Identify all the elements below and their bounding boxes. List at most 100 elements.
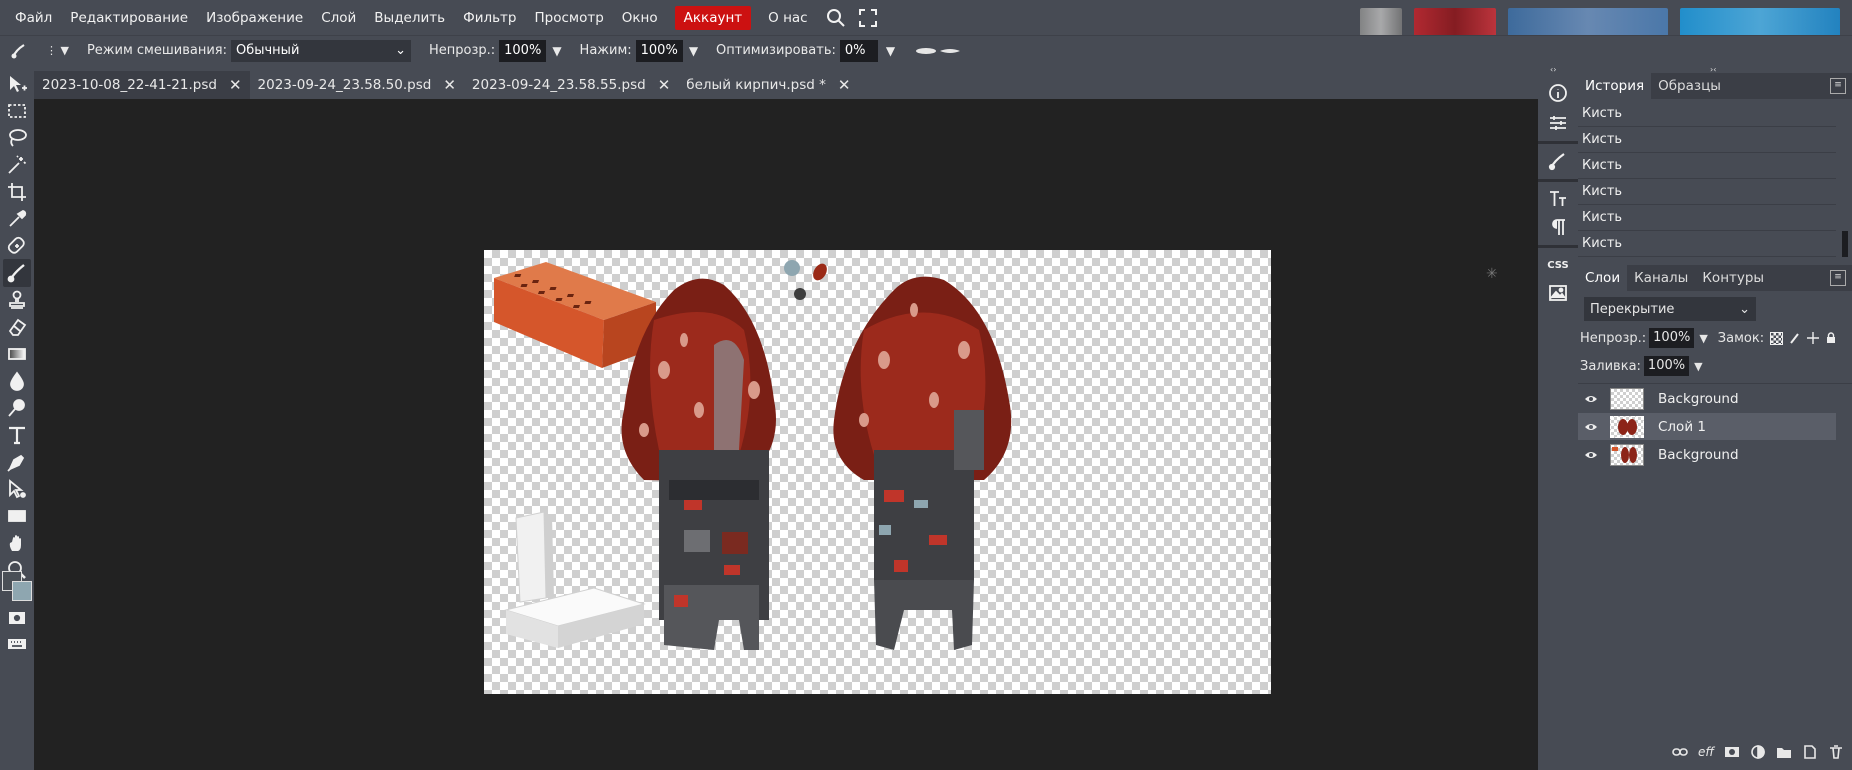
lock-all-icon[interactable] (1825, 332, 1837, 344)
eraser-tool-icon[interactable] (3, 313, 31, 341)
menu-filter[interactable]: Фильтр (454, 6, 525, 30)
blend-mode-select[interactable]: Обычный ⌄ (230, 39, 411, 62)
magic-wand-tool-icon[interactable] (3, 151, 31, 179)
layer-mask-icon[interactable] (1724, 744, 1740, 760)
quick-mask-icon[interactable] (3, 604, 31, 632)
lock-position-icon[interactable] (1807, 332, 1820, 344)
move-tool-icon[interactable] (3, 70, 31, 98)
crop-tool-icon[interactable] (3, 178, 31, 206)
tab-channels[interactable]: Каналы (1627, 265, 1695, 291)
tab-layers[interactable]: Слои (1578, 265, 1628, 291)
brush-tool-icon[interactable] (10, 42, 32, 60)
layer-name: Background (1658, 446, 1739, 463)
new-group-icon[interactable] (1776, 744, 1792, 760)
fullscreen-icon[interactable] (855, 5, 881, 31)
lock-pixels-icon[interactable] (1789, 332, 1801, 344)
link-layers-icon[interactable] (1672, 744, 1688, 760)
css-panel-icon[interactable]: CSS (1542, 251, 1574, 279)
lasso-tool-icon[interactable] (3, 124, 31, 152)
gradient-tool-icon[interactable] (3, 340, 31, 368)
optimize-input[interactable]: 0% (839, 39, 878, 62)
search-icon[interactable] (823, 5, 849, 31)
document-canvas[interactable] (484, 250, 1271, 694)
brush-shape-icon-1[interactable] (915, 47, 937, 55)
fill-dropdown-icon[interactable]: ▼ (1694, 360, 1702, 373)
adjustments-icon[interactable] (1542, 109, 1574, 137)
pressure-input[interactable]: 100% (635, 39, 683, 62)
tab-document-3[interactable]: 2023-09-24_23.58.55.psd ✕ (464, 71, 678, 99)
layer-item[interactable]: Background (1578, 385, 1836, 412)
layer-effects-icon[interactable]: eff (1698, 744, 1714, 760)
hand-tool-icon[interactable] (3, 529, 31, 557)
tab-document-4[interactable]: белый кирпич.psd * ✕ (678, 71, 858, 99)
eye-icon[interactable] (1578, 394, 1604, 404)
eye-icon[interactable] (1578, 422, 1604, 432)
panel-menu-icon[interactable]: ≡ (1830, 78, 1846, 94)
panel-menu-icon[interactable]: ≡ (1830, 270, 1846, 286)
layer-name: Слой 1 (1658, 418, 1706, 435)
adjustment-layer-icon[interactable] (1750, 744, 1766, 760)
menu-about[interactable]: О нас (759, 6, 816, 30)
delete-layer-icon[interactable] (1828, 744, 1844, 760)
opacity-dropdown-icon[interactable]: ▼ (1699, 332, 1707, 345)
paragraph-icon[interactable] (1542, 213, 1574, 241)
opacity-dropdown-icon[interactable]: ▼ (552, 44, 561, 58)
eyedropper-tool-icon[interactable] (3, 205, 31, 233)
menu-window[interactable]: Окно (613, 6, 667, 30)
layer-blend-select[interactable]: Перекрытие ⌄ (1584, 297, 1756, 321)
clone-stamp-tool-icon[interactable] (3, 286, 31, 314)
character-panel-icon[interactable] (1542, 185, 1574, 213)
opacity-input[interactable]: 100% (499, 39, 547, 62)
menu-view[interactable]: Просмотр (526, 6, 613, 30)
chevron-down-icon: ⌄ (1739, 301, 1750, 317)
dodge-tool-icon[interactable] (3, 394, 31, 422)
optimize-dropdown-icon[interactable]: ▼ (886, 44, 895, 58)
brush-settings-icon[interactable] (1542, 147, 1574, 175)
history-item[interactable]: Кисть (1578, 179, 1836, 205)
menu-select[interactable]: Выделить (365, 6, 454, 30)
info-icon[interactable] (1542, 79, 1574, 107)
tab-swatches[interactable]: Образцы (1651, 73, 1728, 99)
history-item[interactable]: Кисть (1578, 101, 1836, 127)
menu-image[interactable]: Изображение (197, 6, 312, 30)
menu-file[interactable]: Файл (6, 6, 61, 30)
tab-document-2[interactable]: 2023-09-24_23.58.50.psd ✕ (250, 71, 464, 99)
collapse-arrows-icon[interactable]: ‹› (1550, 65, 1556, 74)
blur-tool-icon[interactable] (3, 367, 31, 395)
close-icon[interactable]: ✕ (658, 76, 671, 94)
lock-transparency-icon[interactable] (1770, 331, 1784, 345)
eye-icon[interactable] (1578, 450, 1604, 460)
close-icon[interactable]: ✕ (229, 76, 242, 94)
healing-brush-tool-icon[interactable] (3, 232, 31, 260)
menu-account[interactable]: Аккаунт (674, 5, 752, 30)
keyboard-icon[interactable] (3, 630, 31, 658)
tab-document-1[interactable]: 2023-10-08_22-41-21.psd ✕ (34, 71, 250, 99)
layer-item[interactable]: Слой 1 (1578, 413, 1836, 440)
marquee-tool-icon[interactable] (3, 97, 31, 125)
close-icon[interactable]: ✕ (443, 76, 456, 94)
brush-tool-icon[interactable] (3, 259, 31, 287)
menu-layer[interactable]: Слой (312, 6, 365, 30)
tab-paths[interactable]: Контуры (1695, 265, 1771, 291)
rectangle-tool-icon[interactable] (3, 502, 31, 530)
layer-opacity-input[interactable]: 100% (1649, 328, 1695, 348)
brush-size-picker[interactable]: ⋮ ▼ (46, 44, 69, 57)
history-scrollbar[interactable] (1842, 231, 1848, 257)
path-select-tool-icon[interactable] (3, 475, 31, 503)
new-layer-icon[interactable] (1802, 744, 1818, 760)
pressure-dropdown-icon[interactable]: ▼ (689, 44, 698, 58)
tab-history[interactable]: История (1578, 73, 1652, 99)
history-item[interactable]: Кисть (1578, 127, 1836, 153)
image-panel-icon[interactable] (1542, 279, 1574, 307)
layer-item[interactable]: Background (1578, 441, 1836, 468)
history-item[interactable]: Кисть (1578, 231, 1836, 257)
menu-edit[interactable]: Редактирование (61, 6, 197, 30)
brush-shape-icon-2[interactable] (939, 47, 961, 55)
type-tool-icon[interactable] (3, 421, 31, 449)
history-item[interactable]: Кисть (1578, 205, 1836, 231)
pen-tool-icon[interactable] (3, 448, 31, 476)
background-color-swatch[interactable] (12, 581, 32, 601)
history-item[interactable]: Кисть (1578, 153, 1836, 179)
layer-fill-input[interactable]: 100% (1643, 356, 1690, 376)
close-icon[interactable]: ✕ (838, 76, 851, 94)
